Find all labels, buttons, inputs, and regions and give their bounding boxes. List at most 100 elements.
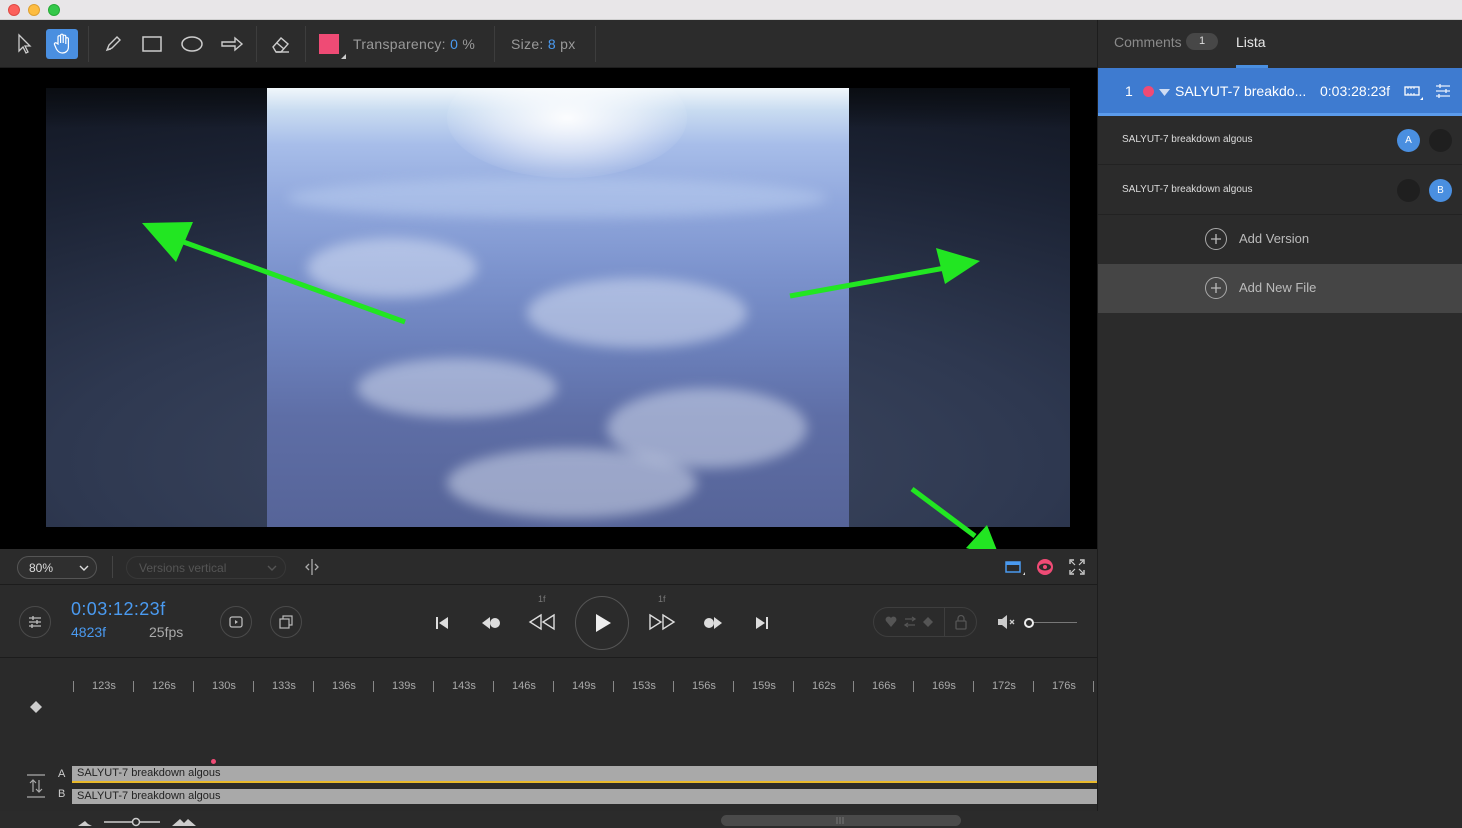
toolbar-separator — [88, 26, 89, 62]
ruler-tick — [613, 681, 614, 692]
ruler-tick — [433, 681, 434, 692]
go-to-start-button[interactable] — [432, 613, 452, 633]
step-back-button[interactable] — [527, 611, 557, 633]
add-version-button[interactable]: Add Version — [1098, 215, 1462, 264]
next-marker-button[interactable] — [701, 613, 725, 633]
keyframe-heart-swap-diamond-icon[interactable] — [884, 615, 940, 629]
fullscreen-icon[interactable] — [1068, 558, 1086, 576]
pen-tool-button[interactable] — [97, 29, 129, 59]
transport-bar: 0:03:12:23f 4823f 25fps 1f 1f — [0, 585, 1097, 658]
rewind-icon — [528, 613, 555, 631]
add-new-file-label: Add New File — [1239, 280, 1317, 295]
film-strip-icon[interactable] — [1403, 83, 1423, 101]
ruler-label: 153s — [632, 680, 656, 692]
ruler-label: 130s — [212, 680, 236, 692]
ellipse-tool-button[interactable] — [176, 29, 208, 59]
playhead-marker[interactable] — [211, 759, 216, 764]
track-settings-button[interactable] — [19, 606, 51, 638]
skip-end-icon — [756, 617, 768, 629]
loop-button[interactable] — [220, 606, 252, 638]
pan-tool-button[interactable] — [46, 29, 78, 59]
ruler-tick — [733, 681, 734, 692]
timeline-scrollbar[interactable] — [721, 815, 961, 826]
version-slot-a-badge[interactable]: A — [1397, 129, 1420, 152]
version-name: SALYUT-7 breakdown algous — [1122, 134, 1253, 145]
file-row-selected[interactable]: 1 SALYUT-7 breakdo... 0:03:28:23f — [1098, 68, 1462, 116]
window-minimize-button[interactable] — [28, 4, 40, 16]
step-back-label: 1f — [538, 594, 546, 604]
volume-track[interactable] — [1033, 622, 1077, 623]
version-row[interactable]: SALYUT-7 breakdown algous B — [1098, 166, 1462, 215]
layers-icon — [279, 615, 293, 629]
annotation-arrow-right — [789, 248, 980, 299]
keyframe-diamond-icon[interactable] — [29, 700, 43, 714]
ellipse-icon — [181, 36, 203, 52]
zoom-select[interactable]: 80% — [17, 556, 97, 579]
tab-comments[interactable]: Comments — [1114, 34, 1182, 50]
ruler-tick — [853, 681, 854, 692]
current-timecode[interactable]: 0:03:12:23f — [71, 599, 165, 620]
mute-speaker-icon[interactable] — [996, 613, 1018, 631]
ruler-tick — [973, 681, 974, 692]
version-slot-b-badge[interactable] — [1429, 129, 1452, 152]
transparency-value[interactable]: 0 — [450, 36, 458, 52]
sliders-icon — [29, 616, 41, 628]
grip-icon — [836, 817, 844, 824]
layout-select[interactable]: Versions vertical — [126, 556, 286, 579]
timeline[interactable]: 123s 126s 130s 133s 136s 139s 143s 146s 149s 153s… — [0, 658, 1097, 827]
track-a-name: SALYUT-7 breakdown algous — [77, 767, 221, 779]
arrow-tool-button[interactable] — [216, 29, 248, 59]
previous-marker-button[interactable] — [479, 613, 503, 633]
toolbar-separator — [494, 26, 495, 62]
window-titlebar — [0, 0, 1462, 20]
sliders-icon[interactable] — [1434, 82, 1452, 100]
version-slot-a-badge[interactable] — [1397, 179, 1420, 202]
add-new-file-button[interactable]: Add New File — [1098, 264, 1462, 313]
color-dropdown-icon[interactable] — [341, 54, 346, 59]
version-slot-b-badge[interactable]: B — [1429, 179, 1452, 202]
size-control[interactable]: Size: 8 px — [511, 36, 576, 52]
video-canvas[interactable] — [0, 68, 1097, 549]
go-to-end-button[interactable] — [752, 613, 772, 633]
window-close-button[interactable] — [8, 4, 20, 16]
step-forward-button[interactable] — [647, 611, 677, 633]
hand-pan-icon — [53, 33, 69, 54]
size-value[interactable]: 8 — [548, 36, 556, 52]
ruler-label: 176s — [1052, 680, 1076, 692]
current-frame[interactable]: 4823f — [71, 624, 106, 640]
track-a-clip[interactable]: SALYUT-7 breakdown algous — [72, 766, 1097, 783]
viewer-pane: Transparency: 0 % Size: 8 px 80% Version… — [0, 20, 1097, 827]
file-number: 1 — [1125, 83, 1133, 99]
display-mode-icon[interactable] — [1004, 559, 1026, 577]
caret-down-icon[interactable] — [1159, 89, 1170, 96]
tab-lista[interactable]: Lista — [1236, 34, 1266, 50]
transparency-unit: % — [462, 36, 476, 52]
version-row[interactable]: SALYUT-7 breakdown algous A — [1098, 116, 1462, 165]
volume-slider-handle[interactable] — [1024, 618, 1034, 628]
track-a-letter: A — [58, 768, 66, 780]
rectangle-tool-button[interactable] — [136, 29, 168, 59]
annotation-arrow-left — [142, 222, 406, 325]
loop-icon — [229, 616, 243, 628]
pen-icon — [105, 36, 121, 52]
split-compare-icon[interactable] — [304, 558, 320, 576]
eraser-tool-button[interactable] — [265, 29, 297, 59]
transparency-control[interactable]: Transparency: 0 % — [353, 36, 475, 52]
select-tool-button[interactable] — [8, 29, 40, 59]
play-button[interactable] — [575, 596, 629, 650]
ruler-tick — [193, 681, 194, 692]
plus-circle-icon — [1205, 228, 1227, 250]
lock-icon[interactable] — [954, 614, 968, 630]
ruler-tick — [553, 681, 554, 692]
eye-visibility-icon[interactable] — [1035, 558, 1055, 576]
size-unit: px — [560, 36, 576, 52]
layers-button[interactable] — [270, 606, 302, 638]
color-swatch[interactable] — [319, 34, 339, 54]
chevron-down-icon — [267, 565, 277, 571]
chevron-down-icon — [79, 565, 89, 571]
timeline-zoom-slider[interactable] — [76, 816, 200, 828]
track-swap-icon[interactable] — [26, 773, 46, 799]
window-maximize-button[interactable] — [48, 4, 60, 16]
eraser-icon — [272, 37, 289, 53]
track-b-clip[interactable]: SALYUT-7 breakdown algous — [72, 789, 1097, 804]
